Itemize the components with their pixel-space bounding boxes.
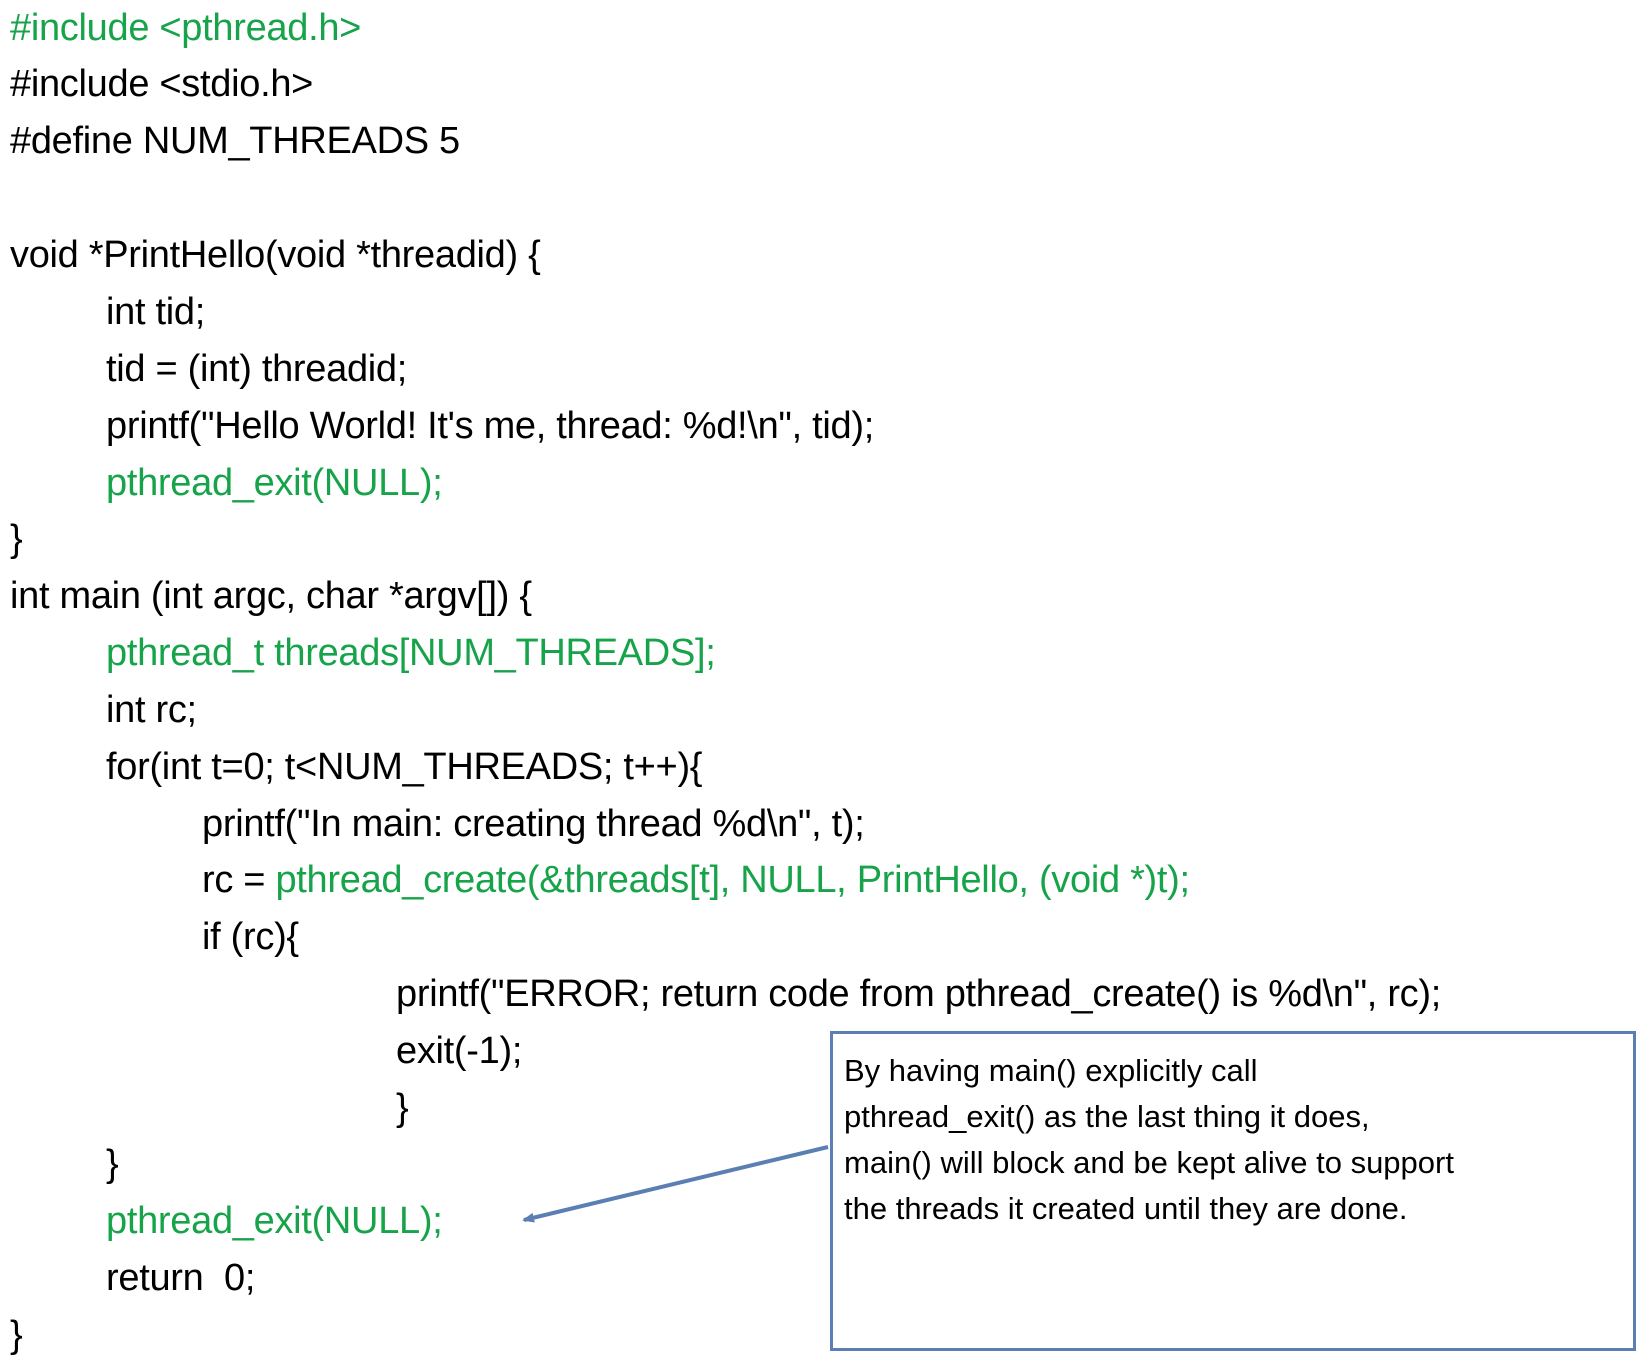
code-line: printf("Hello World! It's me, thread: %d… — [106, 398, 874, 454]
code-line: return 0; — [106, 1250, 255, 1306]
code-line: exit(-1); — [396, 1023, 522, 1079]
code-token: printf("ERROR; return code from pthread_… — [396, 973, 1441, 1015]
code-token: } — [106, 1143, 119, 1185]
code-line: pthread_t threads[NUM_THREADS]; — [106, 625, 716, 681]
code-line: } — [10, 1307, 23, 1363]
code-line: printf("In main: creating thread %d\n", … — [202, 796, 865, 852]
code-line: void *PrintHello(void *threadid) { — [10, 227, 541, 283]
code-token: pthread_exit(NULL); — [106, 462, 443, 504]
code-line: } — [396, 1080, 409, 1136]
code-token: #define NUM_THREADS 5 — [10, 120, 460, 162]
code-line: #include <stdio.h> — [10, 56, 313, 112]
code-token: if (rc){ — [202, 916, 299, 958]
code-line: pthread_exit(NULL); — [106, 455, 443, 511]
callout-line: main() will block and be kept alive to s… — [844, 1145, 1454, 1180]
code-token: #include <pthread.h> — [10, 7, 362, 49]
code-line: int rc; — [106, 682, 197, 738]
code-token: int rc; — [106, 689, 197, 731]
code-line: if (rc){ — [202, 909, 299, 965]
code-token: int main (int argc, char *argv[]) { — [10, 575, 532, 617]
callout-line: pthread_exit() as the last thing it does… — [844, 1099, 1370, 1134]
code-token: tid = (int) threadid; — [106, 348, 408, 390]
code-token: pthread_exit(NULL); — [106, 1200, 443, 1242]
code-line: printf("ERROR; return code from pthread_… — [396, 966, 1441, 1022]
callout-line: the threads it created until they are do… — [844, 1191, 1408, 1226]
code-line: } — [106, 1136, 119, 1192]
code-token: for(int t=0; t<NUM_THREADS; t++){ — [106, 746, 703, 788]
code-line: #define NUM_THREADS 5 — [10, 113, 460, 169]
code-line: int tid; — [106, 284, 205, 340]
callout-text: By having main() explicitly call pthread… — [844, 1048, 1634, 1232]
code-token: #include <stdio.h> — [10, 63, 314, 105]
code-token: } — [10, 1314, 23, 1356]
code-token: pthread_create(&threads[t], NULL, PrintH… — [275, 859, 1190, 901]
code-line: int main (int argc, char *argv[]) { — [10, 568, 532, 624]
code-token: rc = — [202, 859, 276, 901]
code-token: printf("In main: creating thread %d\n", … — [202, 803, 865, 845]
code-line: } — [10, 511, 23, 567]
code-token: } — [396, 1087, 409, 1129]
code-line: tid = (int) threadid; — [106, 341, 407, 397]
code-token: } — [10, 518, 23, 560]
code-token: return 0; — [106, 1257, 256, 1299]
callout-line: By having main() explicitly call — [844, 1053, 1258, 1088]
code-line: #include <pthread.h> — [10, 0, 361, 56]
code-token: exit(-1); — [396, 1030, 523, 1072]
explanation-callout: By having main() explicitly call pthread… — [830, 1031, 1636, 1351]
code-line: rc = pthread_create(&threads[t], NULL, P… — [202, 852, 1190, 908]
code-token: int tid; — [106, 291, 205, 333]
code-token: void *PrintHello(void *threadid) { — [10, 234, 541, 276]
code-line: for(int t=0; t<NUM_THREADS; t++){ — [106, 739, 703, 795]
code-token: pthread_t threads[NUM_THREADS]; — [106, 632, 716, 674]
code-line: pthread_exit(NULL); — [106, 1193, 443, 1249]
code-token: printf("Hello World! It's me, thread: %d… — [106, 405, 874, 447]
